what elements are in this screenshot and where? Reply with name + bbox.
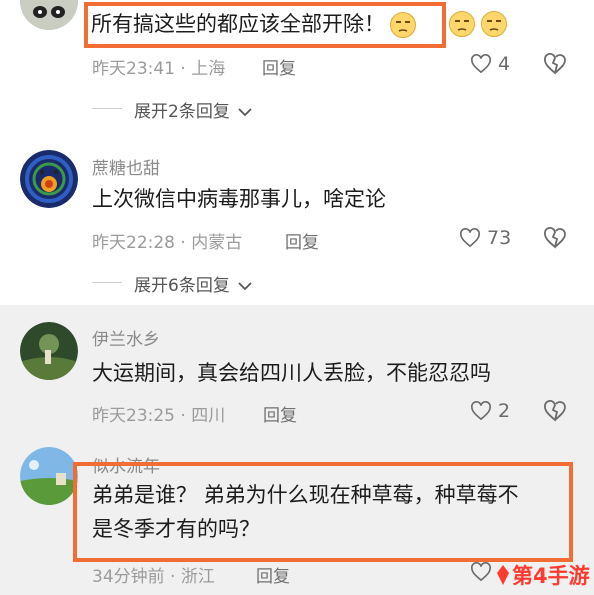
comment-time: 昨天23:25 bbox=[92, 406, 175, 426]
like-button[interactable]: 2 bbox=[470, 400, 510, 422]
like-count: 4 bbox=[498, 53, 511, 75]
like-count: 2 bbox=[498, 400, 511, 422]
watermark: 第4手游 bbox=[496, 560, 590, 590]
separator: · bbox=[180, 59, 186, 79]
username[interactable]: 蔗糖也甜 bbox=[92, 154, 160, 179]
dislike-button[interactable] bbox=[543, 400, 567, 426]
comment-text-line: 弟弟是谁？ 弟弟为什么现在种草莓，种草莓不 bbox=[92, 483, 519, 507]
divider bbox=[92, 282, 122, 283]
comment-text: 所有搞这些的都应该全部开除！ bbox=[91, 7, 417, 41]
like-button[interactable] bbox=[470, 562, 492, 582]
heart-icon bbox=[460, 228, 480, 248]
comment-text: 上次微信中病毒那事儿，啥定论 bbox=[92, 187, 386, 211]
username[interactable]: 伊兰水乡 bbox=[92, 325, 160, 350]
reply-button[interactable]: 回复 bbox=[262, 54, 296, 79]
comment-meta: 昨天22:28 · 内蒙古 bbox=[92, 228, 242, 253]
like-count: 73 bbox=[487, 227, 512, 249]
unamused-emoji-icon bbox=[389, 11, 417, 39]
emoji-row bbox=[448, 10, 508, 38]
reply-button[interactable]: 回复 bbox=[256, 562, 290, 587]
separator: · bbox=[180, 406, 186, 426]
chevron-down-icon bbox=[238, 108, 252, 117]
chevron-down-icon bbox=[238, 282, 252, 291]
comment-time: 昨天22:28 bbox=[92, 233, 175, 253]
heart-icon bbox=[471, 401, 491, 421]
comment-location: 四川 bbox=[191, 406, 226, 426]
unamused-emoji-icon bbox=[480, 10, 508, 38]
avatar[interactable] bbox=[20, 0, 78, 30]
like-button[interactable]: 73 bbox=[459, 227, 511, 249]
comment-meta: 昨天23:25 · 四川 bbox=[92, 401, 225, 426]
expand-replies-label: 展开6条回复 bbox=[134, 276, 230, 296]
separator: · bbox=[170, 567, 176, 587]
broken-heart-icon bbox=[544, 400, 566, 422]
like-button[interactable]: 4 bbox=[470, 53, 510, 75]
comment-text: 弟弟是谁？ 弟弟为什么现在种草莓，种草莓不 是冬季才有的吗？ bbox=[92, 478, 519, 546]
comment-meta: 昨天23:41 · 上海 bbox=[92, 54, 225, 79]
comment-time: 昨天23:41 bbox=[92, 59, 175, 79]
comment-text: 大运期间，真会给四川人丢脸，不能忍忍吗 bbox=[92, 361, 491, 385]
expand-replies-button[interactable]: 展开2条回复 bbox=[134, 97, 253, 122]
dislike-button[interactable] bbox=[543, 227, 567, 253]
broken-heart-icon bbox=[544, 227, 566, 249]
watermark-text: 第4手游 bbox=[512, 564, 590, 588]
comment-location: 浙江 bbox=[180, 567, 215, 587]
heart-icon bbox=[471, 562, 491, 582]
expand-replies-label: 展开2条回复 bbox=[134, 102, 230, 122]
watermark-logo-icon bbox=[497, 565, 509, 585]
broken-heart-icon bbox=[544, 53, 566, 75]
comment-location: 内蒙古 bbox=[191, 233, 243, 253]
comment-time: 34分钟前 bbox=[92, 567, 165, 587]
comment-text-content: 所有搞这些的都应该全部开除！ bbox=[91, 12, 385, 36]
expand-replies-button[interactable]: 展开6条回复 bbox=[134, 271, 253, 296]
comment-text-line: 是冬季才有的吗？ bbox=[92, 517, 260, 541]
comment-meta: 34分钟前 · 浙江 bbox=[92, 562, 215, 587]
separator: · bbox=[180, 233, 186, 253]
reply-button[interactable]: 回复 bbox=[263, 401, 297, 426]
heart-icon bbox=[471, 54, 491, 74]
dislike-button[interactable] bbox=[543, 53, 567, 79]
avatar[interactable] bbox=[20, 447, 78, 505]
divider bbox=[92, 108, 122, 109]
avatar[interactable] bbox=[20, 150, 78, 208]
avatar[interactable] bbox=[20, 322, 78, 380]
unamused-emoji-icon bbox=[448, 10, 476, 38]
comment-location: 上海 bbox=[191, 59, 226, 79]
reply-button[interactable]: 回复 bbox=[285, 228, 319, 253]
